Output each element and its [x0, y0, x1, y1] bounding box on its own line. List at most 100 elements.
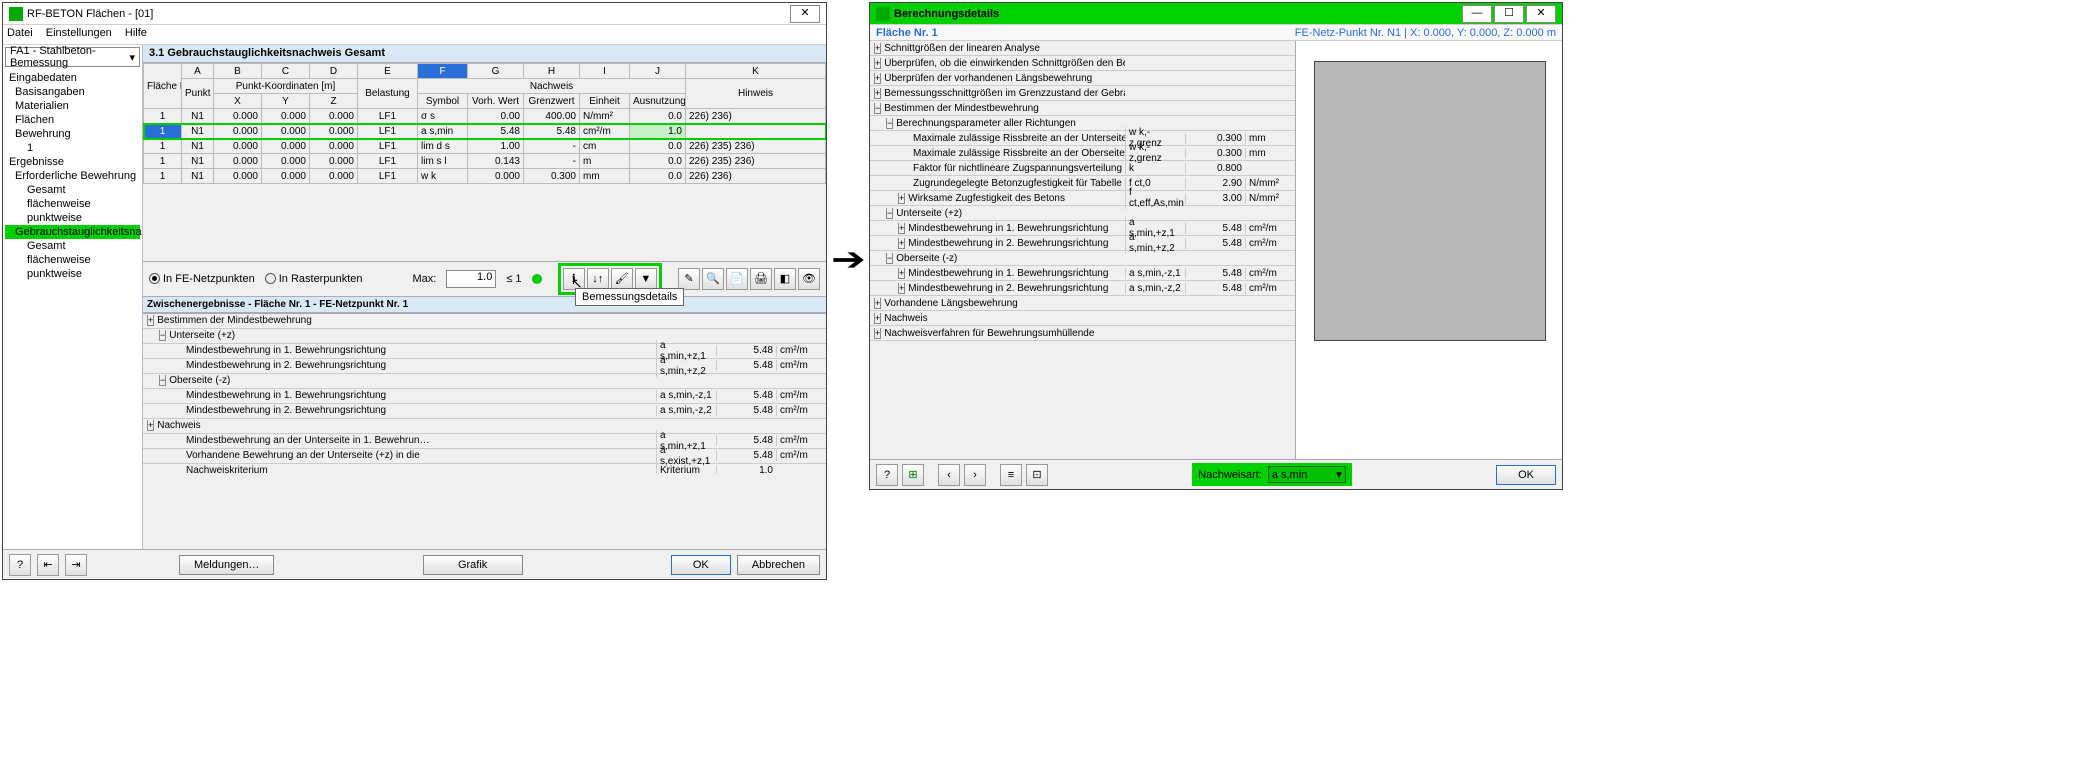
th-j[interactable]: J: [630, 64, 686, 79]
detail-row[interactable]: Mindestbewehrung in 2. Bewehrungsrichtun…: [143, 404, 826, 419]
detail-row[interactable]: Zugrundegelegte Betonzugfestigkeit für T…: [870, 176, 1295, 191]
color-button[interactable]: 🖌: [611, 268, 633, 290]
th-punkt-koord[interactable]: Punkt-Koordinaten [m]: [214, 79, 358, 94]
max-value[interactable]: 1.0: [446, 270, 496, 288]
detail-row[interactable]: −Unterseite (+z): [870, 206, 1295, 221]
th-d[interactable]: D: [310, 64, 358, 79]
th-hinweis[interactable]: Hinweis: [686, 79, 826, 109]
close-button[interactable]: ✕: [790, 5, 820, 23]
th-h[interactable]: H: [524, 64, 580, 79]
th-einheit[interactable]: Einheit: [580, 94, 630, 109]
detail-row[interactable]: −Oberseite (-z): [870, 251, 1295, 266]
detail-row[interactable]: Mindestbewehrung in 1. Bewehrungsrichtun…: [143, 389, 826, 404]
tbtn-5[interactable]: ✎: [678, 268, 700, 290]
excel-button[interactable]: ⊞: [902, 464, 924, 486]
detail-row[interactable]: −Oberseite (-z): [143, 374, 826, 389]
detail-row[interactable]: +Überprüfen, ob die einwirkenden Schnitt…: [870, 56, 1295, 71]
detail-row[interactable]: Maximale zulässige Rissbreite an der Unt…: [870, 131, 1295, 146]
export-button[interactable]: ⇥: [65, 554, 87, 576]
nav-back-button[interactable]: ‹: [938, 464, 960, 486]
table-row[interactable]: 1N10.0000.0000.000LF1w k0.0000.300mm0.02…: [144, 169, 826, 184]
abbrechen-button[interactable]: Abbrechen: [737, 555, 820, 575]
radio-fe-netzpunkte[interactable]: In FE-Netzpunkten: [149, 273, 255, 285]
tree-eingabedaten[interactable]: Eingabedaten: [5, 71, 140, 85]
tbtn-7[interactable]: 📄: [726, 268, 748, 290]
detail-row[interactable]: +Bestimmen der Mindestbewehrung: [143, 314, 826, 329]
th-x[interactable]: X: [214, 94, 262, 109]
tree-flaechenweise2[interactable]: flächenweise: [5, 253, 140, 267]
th-f[interactable]: F: [418, 64, 468, 79]
table-row[interactable]: 1N10.0000.0000.000LF1σ s0.00400.00N/mm²0…: [144, 109, 826, 124]
tree-flaechenweise[interactable]: flächenweise: [5, 197, 140, 211]
th-symbol[interactable]: Symbol: [418, 94, 468, 109]
grafik-button[interactable]: Grafik: [423, 555, 523, 575]
detail-row[interactable]: +Mindestbewehrung in 1. Bewehrungsrichtu…: [870, 266, 1295, 281]
help-button[interactable]: ?: [9, 554, 31, 576]
table-row[interactable]: 1N10.0000.0000.000LF1a s,min5.485.48cm²/…: [144, 124, 826, 139]
th-ausnutzung[interactable]: Ausnutzung: [630, 94, 686, 109]
detail-row[interactable]: Vorhandene Bewehrung an der Unterseite (…: [143, 449, 826, 464]
th-i[interactable]: I: [580, 64, 630, 79]
tree-ergebnisse[interactable]: Ergebnisse: [5, 155, 140, 169]
detail-row[interactable]: +Vorhandene Längsbewehrung: [870, 296, 1295, 311]
detail-row[interactable]: +Schnittgrößen der linearen Analyse: [870, 41, 1295, 56]
detail-row[interactable]: +Mindestbewehrung in 1. Bewehrungsrichtu…: [870, 221, 1295, 236]
tbtn-10[interactable]: 👁: [798, 268, 820, 290]
th-y[interactable]: Y: [262, 94, 310, 109]
table-row[interactable]: 1N10.0000.0000.000LF1lim d s1.00-cm0.022…: [144, 139, 826, 154]
detail-row[interactable]: −Bestimmen der Mindestbewehrung: [870, 101, 1295, 116]
nachweisart-select[interactable]: a s,min: [1268, 466, 1346, 483]
tree-gesamt2[interactable]: Gesamt: [5, 239, 140, 253]
th-punkt-nr[interactable]: Punkt Nr.: [182, 79, 214, 109]
th-belastung[interactable]: Belastung: [358, 79, 418, 109]
detail-row[interactable]: Mindestbewehrung in 1. Bewehrungsrichtun…: [143, 344, 826, 359]
detail-row[interactable]: +Nachweisverfahren für Bewehrungsumhülle…: [870, 326, 1295, 341]
menu-einstellungen[interactable]: Einstellungen: [46, 27, 112, 39]
th-vorh-wert[interactable]: Vorh. Wert: [468, 94, 524, 109]
tbtn-6[interactable]: 🔍: [702, 268, 724, 290]
tree-punktweise2[interactable]: punktweise: [5, 267, 140, 281]
th-a[interactable]: A: [182, 64, 214, 79]
detail-row[interactable]: Mindestbewehrung in 2. Bewehrungsrichtun…: [143, 359, 826, 374]
detail-row[interactable]: +Wirksame Zugfestigkeit des Betonsf ct,e…: [870, 191, 1295, 206]
detail-row[interactable]: NachweiskriteriumKriterium1.0: [143, 464, 826, 473]
help-button-2[interactable]: ?: [876, 464, 898, 486]
tool-b-button[interactable]: ⊡: [1026, 464, 1048, 486]
tree-bewehrung-1[interactable]: 1: [5, 141, 140, 155]
nav-fwd-button[interactable]: ›: [964, 464, 986, 486]
detail-row[interactable]: +Nachweis: [143, 419, 826, 434]
detail-row[interactable]: +Überprüfen der vorhandenen Längsbewehru…: [870, 71, 1295, 86]
detail-row[interactable]: +Mindestbewehrung in 2. Bewehrungsrichtu…: [870, 236, 1295, 251]
table-row[interactable]: 1N10.0000.0000.000LF1lim s l0.143-m0.022…: [144, 154, 826, 169]
menu-datei[interactable]: Datei: [7, 27, 33, 39]
tree-punktweise[interactable]: punktweise: [5, 211, 140, 225]
tree-gebrauchstauglichkeit[interactable]: Gebrauchstauglichkeitsnachweis: [5, 225, 140, 239]
detail-row[interactable]: −Berechnungsparameter aller Richtungen: [870, 116, 1295, 131]
tree-erf-bewehrung[interactable]: Erforderliche Bewehrung: [5, 169, 140, 183]
th-c[interactable]: C: [262, 64, 310, 79]
tree-bewehrung[interactable]: Bewehrung: [5, 127, 140, 141]
case-combo[interactable]: FA1 - Stahlbeton-Bemessung: [5, 47, 140, 67]
tree-materialien[interactable]: Materialien: [5, 99, 140, 113]
maximize-button[interactable]: ☐: [1494, 5, 1524, 23]
th-nachweis[interactable]: Nachweis: [418, 79, 686, 94]
tree-gesamt[interactable]: Gesamt: [5, 183, 140, 197]
detail-row[interactable]: +Bemessungsschnittgrößen im Grenzzustand…: [870, 86, 1295, 101]
detail-row[interactable]: Maximale zulässige Rissbreite an der Obe…: [870, 146, 1295, 161]
minimize-button[interactable]: —: [1462, 5, 1492, 23]
ok-button-2[interactable]: OK: [1496, 465, 1556, 485]
th-e[interactable]: E: [358, 64, 418, 79]
tbtn-8[interactable]: 🖨: [750, 268, 772, 290]
tree-basisangaben[interactable]: Basisangaben: [5, 85, 140, 99]
detail-row[interactable]: +Mindestbewehrung in 2. Bewehrungsrichtu…: [870, 281, 1295, 296]
import-button[interactable]: ⇤: [37, 554, 59, 576]
detail-row[interactable]: Faktor für nichtlineare Zugspannungsvert…: [870, 161, 1295, 176]
detail-row[interactable]: Mindestbewehrung an der Unterseite in 1.…: [143, 434, 826, 449]
th-b[interactable]: B: [214, 64, 262, 79]
detail-row[interactable]: −Unterseite (+z): [143, 329, 826, 344]
filter-button[interactable]: ▼: [635, 268, 657, 290]
th-z[interactable]: Z: [310, 94, 358, 109]
th-g[interactable]: G: [468, 64, 524, 79]
tree-flaechen[interactable]: Flächen: [5, 113, 140, 127]
detail-row[interactable]: +Nachweis: [870, 311, 1295, 326]
